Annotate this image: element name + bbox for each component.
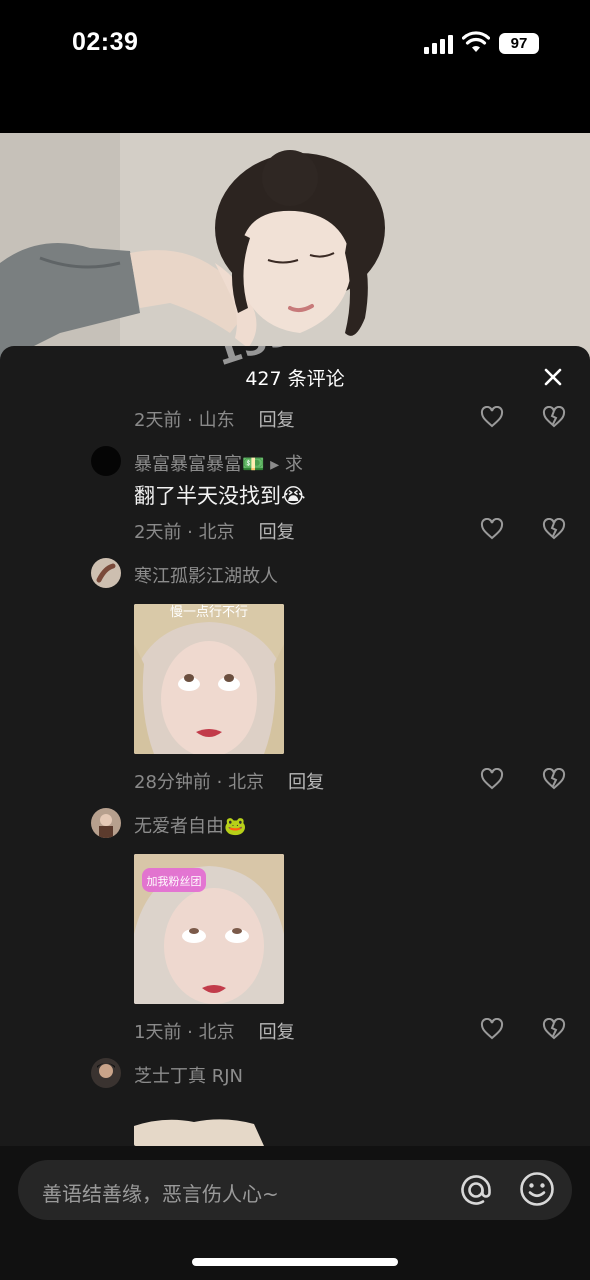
heart-icon[interactable] [480, 406, 504, 428]
reply-button[interactable]: 回复 [259, 522, 295, 543]
comment-time-location: 2天前 · 山东 [134, 410, 235, 431]
comment-time-location: 1天前 · 北京 [134, 1022, 235, 1043]
comment-username[interactable]: 无爱者自由🐸 [134, 812, 246, 838]
close-icon[interactable] [540, 364, 566, 390]
comment-input-bar: 善语结善缘，恶言伤人心~ [0, 1146, 590, 1280]
comment-image[interactable]: 慢一点行不行 [134, 604, 284, 754]
broken-heart-icon[interactable] [542, 406, 566, 428]
reply-button[interactable]: 回复 [259, 1022, 295, 1043]
comments-sheet: 427 条评论 2天前 · 山东 回复 暴富暴富暴富💵 ▸ 求 翻了半天没找到😭 … [0, 346, 590, 1280]
wifi-icon [462, 31, 490, 52]
avatar[interactable] [91, 808, 121, 838]
avatar[interactable] [91, 1058, 121, 1088]
avatar[interactable] [91, 446, 121, 476]
video-frame-image [0, 133, 590, 363]
broken-heart-icon[interactable] [542, 768, 566, 790]
comment-input[interactable]: 善语结善缘，恶言伤人心~ [18, 1160, 572, 1220]
heart-icon[interactable] [480, 1018, 504, 1040]
home-indicator[interactable] [192, 1258, 398, 1266]
comment-username[interactable]: 寒江孤影江湖故人 [134, 562, 278, 588]
video-player[interactable] [0, 133, 590, 363]
broken-heart-icon[interactable] [542, 518, 566, 540]
smiley-icon[interactable] [518, 1170, 556, 1208]
comment-meta: 2天前 · 北京 回复 [134, 518, 295, 544]
svg-text:155.fun看完整版: 155.fun看完整版 [220, 346, 524, 375]
status-bar: 02:39 97 [0, 0, 590, 90]
battery-indicator: 97 [499, 33, 539, 54]
comment-image[interactable] [134, 1116, 284, 1146]
at-icon[interactable] [458, 1172, 494, 1208]
comment-meta: 2天前 · 山东 回复 [134, 406, 295, 432]
image-caption: 慢一点行不行 [170, 604, 248, 620]
comment-input-placeholder: 善语结善缘，恶言伤人心~ [42, 1182, 279, 1206]
comment-time-location: 2天前 · 北京 [134, 522, 235, 543]
heart-icon[interactable] [480, 768, 504, 790]
comment-text: 翻了半天没找到😭 [134, 484, 306, 508]
comment-image[interactable]: 加我粉丝团 [134, 854, 284, 1004]
heart-icon[interactable] [480, 518, 504, 540]
comment-meta: 1天前 · 北京 回复 [134, 1018, 295, 1044]
broken-heart-icon[interactable] [542, 1018, 566, 1040]
comment-time-location: 28分钟前 · 北京 [134, 772, 265, 793]
cellular-signal-icon [424, 34, 454, 54]
comment-username[interactable]: 芝士丁真 RJN [134, 1062, 243, 1088]
reply-button[interactable]: 回复 [259, 410, 295, 431]
comment-username[interactable]: 暴富暴富暴富💵 ▸ 求 [134, 450, 303, 476]
comment-meta: 28分钟前 · 北京 回复 [134, 768, 324, 794]
watermark: 155.fun看完整版 [220, 346, 524, 375]
avatar[interactable] [91, 558, 121, 588]
reply-button[interactable]: 回复 [288, 772, 324, 793]
image-caption: 加我粉丝团 [147, 875, 202, 888]
status-time: 02:39 [72, 28, 139, 56]
